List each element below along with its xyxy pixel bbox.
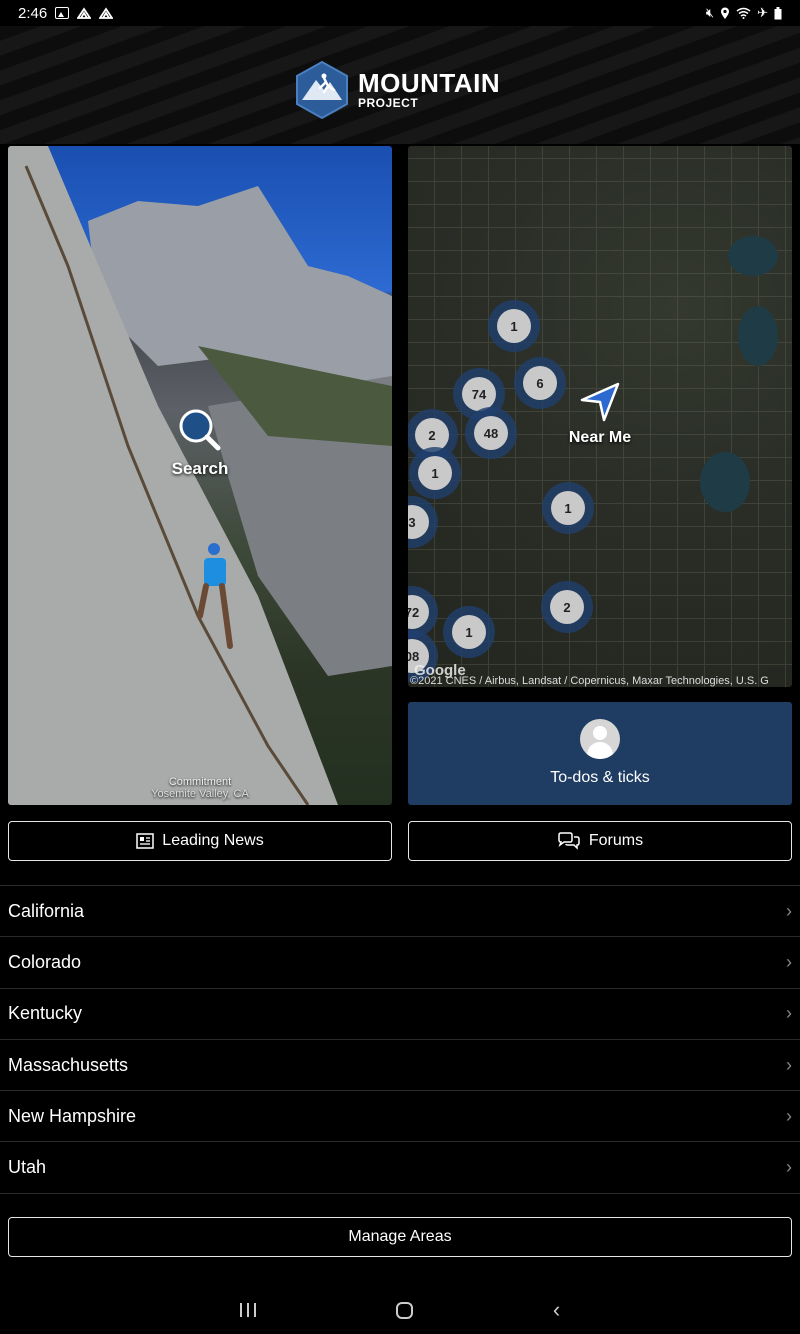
area-name: Utah xyxy=(8,1157,47,1178)
chevron-right-icon: › xyxy=(786,1054,792,1075)
area-name: Colorado xyxy=(8,951,82,972)
area-list: California › Colorado › Kentucky › Massachu… xyxy=(0,885,800,1194)
back-icon[interactable]: ‹ xyxy=(553,1299,560,1321)
manage-areas-label: Manage Areas xyxy=(348,1228,452,1245)
airplane-mode-icon: ✈︎ xyxy=(757,5,768,20)
search-icon xyxy=(179,409,221,451)
app-header: MOUNTAIN PROJECT xyxy=(0,26,800,144)
forums-button[interactable]: Forums xyxy=(408,821,792,861)
app-notification-icon xyxy=(77,7,92,19)
area-name: Kentucky xyxy=(8,1003,83,1024)
photo-caption: Commitment Yosemite Valley, CA xyxy=(8,776,392,800)
map-lake xyxy=(700,452,750,512)
battery-icon xyxy=(774,6,782,19)
chat-bubbles-icon xyxy=(558,832,580,850)
list-item[interactable]: California › xyxy=(0,886,800,938)
leading-news-label: Leading News xyxy=(162,832,264,849)
chevron-right-icon: › xyxy=(786,951,792,972)
manage-areas-button[interactable]: Manage Areas xyxy=(8,1217,792,1257)
photo-caption-title: Commitment xyxy=(168,776,232,788)
near-me-map-card[interactable]: 1 74 6 48 2 1 1 3 2 1 72 08 Near Me Goog… xyxy=(408,146,792,687)
system-nav-bar: ‹ xyxy=(0,1286,800,1334)
chevron-right-icon: › xyxy=(786,1003,792,1024)
forums-label: Forums xyxy=(588,832,644,849)
map-cluster[interactable]: 1 xyxy=(542,482,594,534)
status-bar: 2:46 🔇︎ ✈︎ xyxy=(0,0,800,26)
newspaper-icon xyxy=(136,833,155,849)
area-name: California xyxy=(8,900,85,921)
avatar-icon xyxy=(580,719,620,759)
map-attribution: ©2021 CNES / Airbus, Landsat / Copernicu… xyxy=(410,675,769,687)
mute-icon: 🔇︎ xyxy=(705,5,715,20)
chevron-right-icon: › xyxy=(786,1105,792,1126)
search-label: Search xyxy=(171,459,229,478)
brand-title: MOUNTAIN xyxy=(358,68,501,98)
area-name: Massachusetts xyxy=(8,1054,129,1075)
location-icon xyxy=(721,7,730,19)
gallery-notification-icon xyxy=(55,7,70,19)
recent-apps-icon[interactable] xyxy=(239,1303,256,1317)
list-item[interactable]: Utah › xyxy=(0,1142,800,1194)
brand-subtitle: PROJECT xyxy=(358,96,419,110)
search-card[interactable]: Search Commitment Yosemite Valley, CA xyxy=(8,146,392,805)
list-item[interactable]: Kentucky › xyxy=(0,989,800,1040)
area-name: New Hampshire xyxy=(8,1105,137,1126)
map-cluster[interactable]: 2 xyxy=(541,581,593,633)
map-lake xyxy=(738,306,778,366)
todos-ticks-label: To-dos & ticks xyxy=(550,769,650,786)
status-time: 2:46 xyxy=(18,4,48,22)
list-item[interactable]: New Hampshire › xyxy=(0,1091,800,1143)
map-cluster[interactable]: 1 xyxy=(488,300,540,352)
leading-news-button[interactable]: Leading News xyxy=(8,821,392,861)
wifi-icon xyxy=(736,7,751,19)
map-cluster[interactable]: 1 xyxy=(409,447,461,499)
near-me-label: Near Me xyxy=(568,429,632,446)
map-cluster[interactable]: 1 xyxy=(443,606,495,658)
todos-ticks-card[interactable]: To-dos & ticks xyxy=(408,702,792,805)
navigation-arrow-icon xyxy=(580,382,620,422)
mountain-project-logo: MOUNTAIN PROJECT xyxy=(294,60,500,120)
chevron-right-icon: › xyxy=(786,900,792,921)
app-notification-icon-2 xyxy=(99,7,114,19)
list-item[interactable]: Massachusetts › xyxy=(0,1040,800,1092)
photo-caption-location: Yosemite Valley, CA xyxy=(151,788,249,800)
logo-hexagon-icon xyxy=(296,60,348,120)
map-lake xyxy=(728,236,778,276)
chevron-right-icon: › xyxy=(786,1157,792,1178)
list-item[interactable]: Colorado › xyxy=(0,937,800,989)
home-icon[interactable] xyxy=(395,1301,413,1319)
